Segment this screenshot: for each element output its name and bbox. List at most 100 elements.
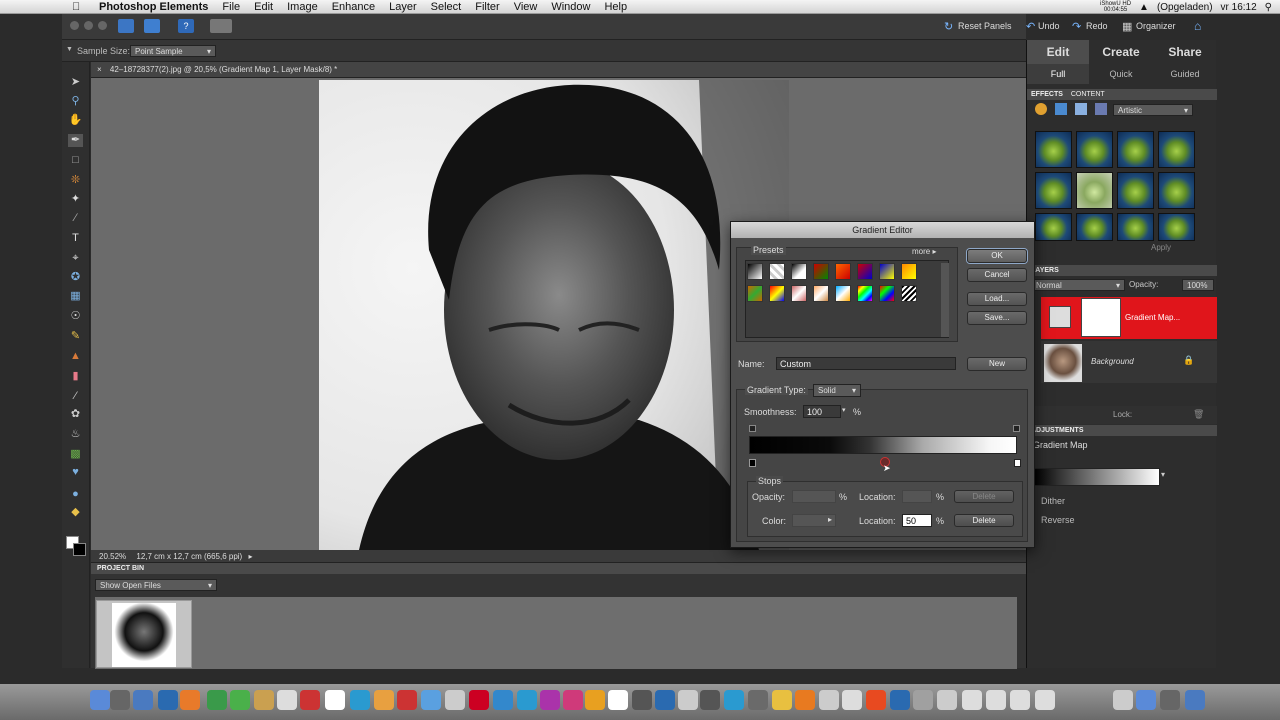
layer-opacity-field[interactable]: 100% <box>1182 279 1214 291</box>
subtab-guided[interactable]: Guided <box>1153 64 1217 84</box>
dock-app-icon[interactable] <box>795 690 815 710</box>
layer-gradient-map[interactable]: Gradient Map... <box>1041 297 1217 339</box>
help-icon[interactable]: ? <box>178 19 194 33</box>
background-color-swatch[interactable] <box>73 543 86 556</box>
menu-file[interactable]: File <box>222 1 240 13</box>
preset-swatch[interactable] <box>901 263 917 280</box>
dock-app-icon[interactable] <box>1185 690 1205 710</box>
apply-effect-button[interactable]: Apply <box>1151 243 1171 252</box>
presets-scrollbar[interactable] <box>941 263 949 337</box>
dock-app-icon[interactable] <box>110 690 130 710</box>
reset-panels-button[interactable]: Reset Panels <box>958 21 1012 31</box>
smart-brush-tool-icon[interactable]: ✿ <box>68 408 83 421</box>
preset-swatch[interactable] <box>791 263 807 280</box>
effect-thumb-3[interactable] <box>1117 131 1154 168</box>
save-icon[interactable] <box>144 19 160 33</box>
dock-app-icon[interactable] <box>254 690 274 710</box>
undo-button[interactable]: Undo <box>1038 21 1060 31</box>
preset-swatch[interactable] <box>813 263 829 280</box>
zoom-tool-icon[interactable]: ⚲ <box>68 95 83 108</box>
color-stop-left[interactable] <box>749 459 756 467</box>
effects-category-select[interactable]: Artistic ▾ <box>1113 104 1193 116</box>
eyedropper-tool-icon[interactable]: ✒ <box>68 134 83 147</box>
effect-thumb-10[interactable] <box>1076 213 1113 241</box>
effect-thumb-6[interactable] <box>1076 172 1113 209</box>
dock-app-icon[interactable] <box>986 690 1006 710</box>
crop-tool-icon[interactable]: ⌖ <box>68 252 83 265</box>
new-button[interactable]: New <box>967 357 1027 371</box>
tab-edit[interactable]: Edit <box>1027 40 1089 64</box>
zoom-level[interactable]: 20.52% <box>99 552 126 561</box>
color-delete-button[interactable]: Delete <box>954 514 1014 527</box>
reverse-checkbox[interactable]: Reverse <box>1041 515 1075 525</box>
dock-app-icon[interactable] <box>608 690 628 710</box>
project-bin-dropdown[interactable]: Show Open Files ▾ <box>95 579 217 591</box>
effects-photo-effects-icon[interactable] <box>1075 103 1087 115</box>
type-tool-icon[interactable]: T <box>68 232 83 245</box>
effects-all-icon[interactable] <box>1095 103 1107 115</box>
dock-app-icon[interactable] <box>772 690 792 710</box>
dither-checkbox[interactable]: Dither <box>1041 496 1065 506</box>
opacity-delete-button[interactable]: Delete <box>954 490 1014 503</box>
paint-bucket-tool-icon[interactable]: ♨ <box>68 428 83 441</box>
dock-app-icon[interactable] <box>469 690 489 710</box>
bin-thumbnail[interactable] <box>96 600 192 668</box>
new-file-icon[interactable] <box>118 19 134 33</box>
options-collapse-icon[interactable]: ▼ <box>66 46 73 53</box>
gradient-picker-arrow[interactable]: ▾ <box>1161 470 1165 479</box>
hand-tool-icon[interactable]: ✋ <box>68 114 83 127</box>
dock-app-icon[interactable] <box>962 690 982 710</box>
tab-effects[interactable]: EFFECTS <box>1031 91 1063 98</box>
clock[interactable]: vr 16:12 <box>1221 2 1257 13</box>
cancel-button[interactable]: Cancel <box>967 268 1027 282</box>
tab-share[interactable]: Share <box>1153 40 1217 64</box>
dock-app-icon[interactable] <box>1113 690 1133 710</box>
dock-app-icon[interactable] <box>700 690 720 710</box>
dock-app-icon[interactable] <box>937 690 957 710</box>
close-document-icon[interactable]: × <box>97 65 102 74</box>
preset-swatch[interactable] <box>747 263 763 280</box>
sample-size-select[interactable]: Point Sample ▾ <box>130 45 216 57</box>
gradient-tool-icon[interactable]: ▩ <box>68 448 83 461</box>
spotlight-icon[interactable]: ⚲ <box>1265 2 1272 13</box>
wifi-icon[interactable]: ▲ <box>1139 2 1149 13</box>
eraser-tool-icon[interactable]: ▮ <box>68 370 83 383</box>
dock-app-icon[interactable] <box>350 690 370 710</box>
effect-thumb-2[interactable] <box>1076 131 1113 168</box>
delete-layer-icon[interactable]: 🗑 <box>1193 409 1204 420</box>
dock-app-icon[interactable] <box>1160 690 1180 710</box>
color-stop-right[interactable] <box>1014 459 1021 467</box>
straighten-tool-icon[interactable]: ▦ <box>68 290 83 303</box>
lasso-tool-icon[interactable]: ❊ <box>68 174 83 187</box>
stop-opacity-field[interactable] <box>792 490 836 503</box>
tab-content[interactable]: CONTENT <box>1071 91 1105 98</box>
menu-image[interactable]: Image <box>287 1 318 13</box>
dock-app-icon[interactable] <box>819 690 839 710</box>
effect-thumb-11[interactable] <box>1117 213 1154 241</box>
presets-more-button[interactable]: more ▸ <box>912 247 936 256</box>
dock-app-icon[interactable] <box>655 690 675 710</box>
shape-tool-icon[interactable]: ♥ <box>68 466 83 479</box>
dock-app-icon[interactable] <box>540 690 560 710</box>
dock-app-icon[interactable] <box>421 690 441 710</box>
preset-swatch[interactable] <box>769 263 785 280</box>
dock-app-icon[interactable] <box>207 690 227 710</box>
window-zoom-icon[interactable] <box>98 21 107 30</box>
dock-app-icon[interactable] <box>585 690 605 710</box>
gradient-bar[interactable] <box>749 436 1017 454</box>
layer-background[interactable]: Background 🔒 <box>1041 341 1217 383</box>
ok-button[interactable]: OK <box>967 249 1027 263</box>
preset-swatch[interactable] <box>813 285 829 302</box>
document-tab[interactable]: × 42–18728377(2).jpg @ 20,5% (Gradient M… <box>91 62 1026 78</box>
menu-window[interactable]: Window <box>551 1 590 13</box>
save-button[interactable]: Save... <box>967 311 1027 325</box>
preset-swatch[interactable] <box>835 263 851 280</box>
subtab-quick[interactable]: Quick <box>1089 64 1153 84</box>
dock-app-icon[interactable] <box>133 690 153 710</box>
color-location-field[interactable]: 50 <box>902 514 932 527</box>
marquee-tool-icon[interactable]: □ <box>68 154 83 167</box>
home-icon[interactable]: ⌂ <box>1194 19 1201 33</box>
brush-tool-icon[interactable]: ⁄ <box>68 390 83 403</box>
redo-button[interactable]: Redo <box>1086 21 1108 31</box>
smoothness-arrow[interactable]: ▾ <box>842 406 846 414</box>
